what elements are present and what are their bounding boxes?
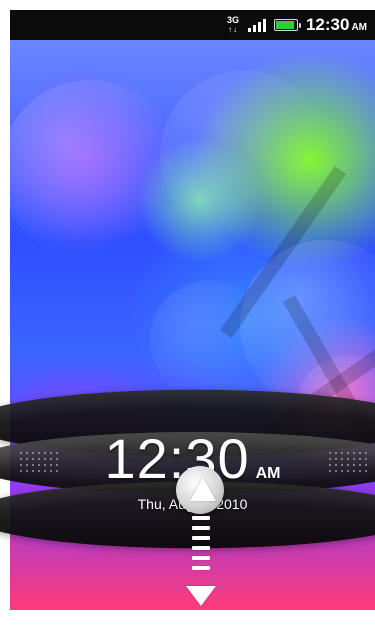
battery-icon <box>273 19 301 31</box>
unlock-knob-icon[interactable] <box>176 466 224 514</box>
network-arrows: ↑↓ <box>227 25 238 34</box>
status-bar: 3G ↑↓ 12:30 AM <box>10 10 375 40</box>
status-time-ampm: AM <box>351 22 367 33</box>
signal-strength-icon <box>247 18 266 32</box>
arrow-bar-3 <box>192 536 210 540</box>
battery-level <box>275 21 294 29</box>
network-3g-icon: 3G ↑↓ <box>226 15 240 35</box>
arrow-bar-5 <box>192 556 210 560</box>
phone-lockscreen: 3G ↑↓ 12:30 AM 12:30 AM Thu, 2010 <box>0 0 375 628</box>
arrow-bar-6 <box>192 566 210 570</box>
status-time-value: 12:30 <box>305 15 350 34</box>
arrow-head <box>186 586 216 606</box>
status-time: 12:30 AM <box>306 15 367 35</box>
unlock-knob-triangle <box>190 477 216 501</box>
arrow-bar-1 <box>192 516 210 520</box>
network-label: 3G <box>226 15 239 25</box>
lock-ampm: AM <box>255 465 281 482</box>
drag-down-arrow-icon[interactable] <box>186 516 216 616</box>
arrow-bar-4 <box>192 546 210 550</box>
bokeh-2 <box>10 80 180 260</box>
arrow-bar-2 <box>192 526 210 530</box>
